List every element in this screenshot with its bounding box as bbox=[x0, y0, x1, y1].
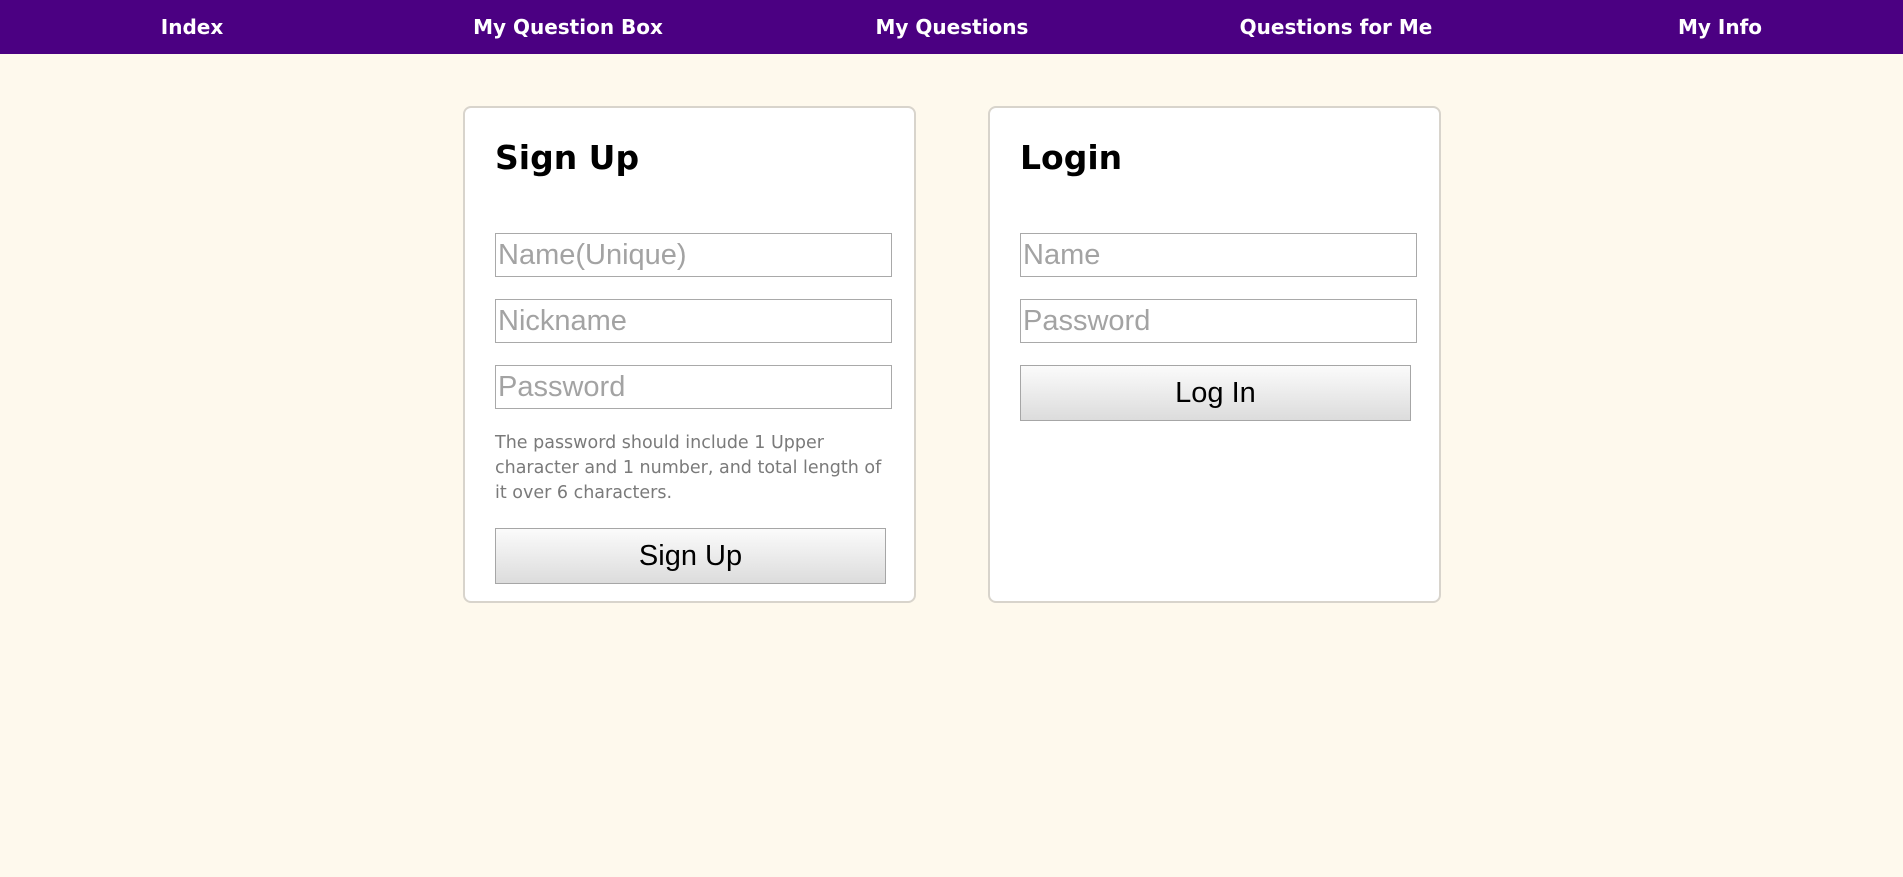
login-card: Login Log In bbox=[988, 106, 1441, 603]
top-navbar: Index My Question Box My Questions Quest… bbox=[0, 0, 1903, 54]
signup-title: Sign Up bbox=[495, 138, 640, 177]
nav-item-questions-for-me[interactable]: Questions for Me bbox=[1144, 0, 1528, 54]
signup-card: Sign Up The password should include 1 Up… bbox=[463, 106, 916, 603]
nav-item-my-question-box[interactable]: My Question Box bbox=[376, 0, 760, 54]
login-title: Login bbox=[1020, 138, 1123, 177]
nav-item-index[interactable]: Index bbox=[0, 0, 384, 54]
password-hint: The password should include 1 Upper char… bbox=[495, 433, 882, 503]
login-password-input[interactable] bbox=[1020, 299, 1417, 343]
signup-password-input[interactable] bbox=[495, 365, 892, 409]
login-name-input[interactable] bbox=[1020, 233, 1417, 277]
signup-nickname-input[interactable] bbox=[495, 299, 892, 343]
nav-item-my-questions[interactable]: My Questions bbox=[760, 0, 1144, 54]
signup-name-input[interactable] bbox=[495, 233, 892, 277]
nav-item-my-info[interactable]: My Info bbox=[1528, 0, 1903, 54]
signup-button[interactable]: Sign Up bbox=[495, 528, 886, 584]
login-button[interactable]: Log In bbox=[1020, 365, 1411, 421]
